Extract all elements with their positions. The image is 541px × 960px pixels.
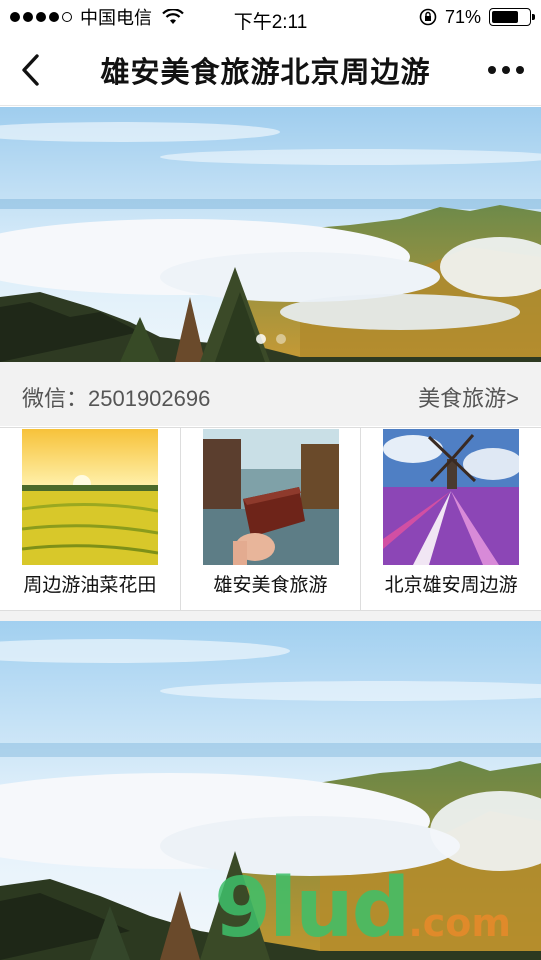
back-button[interactable] — [0, 34, 60, 106]
pager-dot[interactable] — [275, 334, 286, 344]
carousel-pager — [0, 334, 541, 344]
category-label: 北京雄安周边游 — [384, 575, 518, 596]
page-title: 雄安美食旅游北京周边游 — [100, 56, 431, 89]
wechat-id: 微信：2501902696 — [22, 386, 211, 411]
rapeseed-field-thumbnail — [21, 429, 158, 565]
contact-row: 微信：2501902696 美食旅游> — [0, 362, 541, 426]
category-item-food[interactable]: 雄安美食旅游 — [181, 428, 362, 610]
windmill-flowers-thumbnail — [383, 429, 520, 565]
navigation-bar: 雄安美食旅游北京周边游 — [0, 34, 541, 106]
watermark-domain: .com — [408, 901, 511, 945]
canal-cake-thumbnail — [202, 429, 339, 565]
battery-icon — [489, 8, 535, 26]
category-item-rapeseed[interactable]: 周边游油菜花田 — [0, 428, 181, 610]
chevron-left-icon — [22, 53, 39, 86]
category-grid: 周边游油菜花田 雄安美食旅游 北京雄安周边游 — [0, 427, 541, 611]
status-bar: 中国电信 下午2:11 71% — [0, 0, 541, 34]
category-label: 周边游油菜花田 — [23, 575, 157, 596]
status-time: 下午2:11 — [233, 12, 308, 33]
watermark-brand: 9lud — [214, 861, 410, 956]
mountain-sea-of-clouds-photo — [0, 107, 541, 362]
watermark: 9lud .com — [214, 861, 511, 956]
battery-level — [492, 11, 518, 23]
section-divider — [0, 611, 541, 621]
category-item-windmill[interactable]: 北京雄安周边游 — [361, 428, 541, 610]
scenic-photo[interactable]: 9lud .com — [0, 621, 541, 960]
pager-dot[interactable] — [255, 334, 266, 344]
food-travel-link[interactable]: 美食旅游> — [418, 381, 519, 413]
banner-carousel[interactable] — [0, 107, 541, 362]
more-horizontal-icon — [488, 65, 496, 74]
more-button[interactable] — [471, 34, 541, 106]
category-label: 雄安美食旅游 — [213, 575, 328, 596]
